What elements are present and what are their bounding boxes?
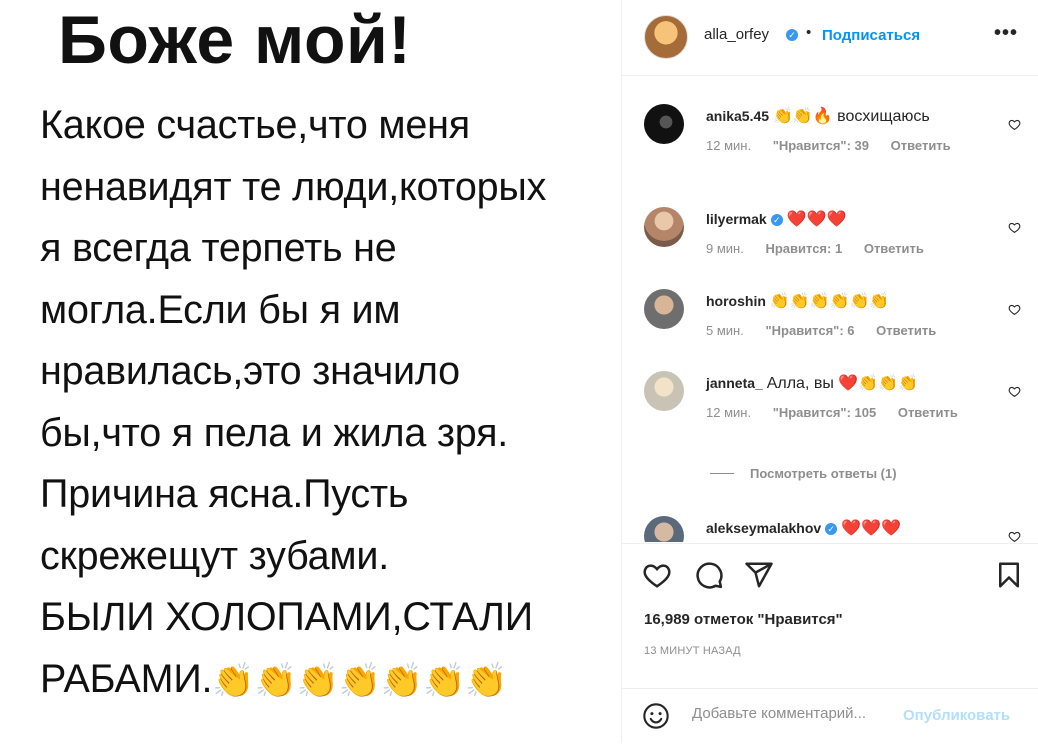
commenter-avatar[interactable] — [644, 104, 684, 144]
comment-body: Алла, вы ❤️👏👏👏 — [766, 375, 918, 392]
follow-button[interactable]: Подписаться — [822, 27, 920, 44]
commenter-username[interactable]: lilyermak — [706, 211, 767, 227]
author-username[interactable]: alla_orfey — [704, 26, 769, 43]
reply-button[interactable]: Ответить — [876, 323, 936, 338]
bookmark-icon[interactable] — [994, 560, 1024, 590]
post-body-line: РАБАМИ. — [40, 656, 213, 701]
comment-like-heart-icon[interactable] — [1008, 530, 1021, 542]
commenter-username[interactable]: janneta_ — [706, 375, 763, 391]
post-actions: 16,989 отметок "Нравится" 13 МИНУТ НАЗАД — [622, 543, 1038, 694]
post-body-line: ненавидят те люди,которых — [40, 164, 547, 209]
post-body-line: бы,что я пела и жила зря. — [40, 410, 509, 455]
author-avatar[interactable] — [644, 15, 688, 59]
emoji-icon[interactable] — [642, 702, 670, 730]
comment-input[interactable] — [692, 705, 902, 722]
post-body-line: нравилась,это значило — [40, 349, 460, 393]
post-sidebar: alla_orfey ✓ • Подписаться ••• anika5.45… — [621, 0, 1038, 743]
comment-likes[interactable]: Нравится: 1 — [765, 241, 842, 256]
comment-body: 👏👏👏👏👏👏 — [769, 293, 890, 310]
send-icon[interactable] — [744, 560, 774, 590]
post-body-line: БЫЛИ ХОЛОПАМИ,СТАЛИ — [40, 595, 533, 639]
post-body-line: могла.Если бы я им — [40, 287, 401, 332]
commenter-avatar[interactable] — [644, 516, 684, 542]
post-heading: Боже мой! — [58, 2, 412, 78]
post-timestamp: 13 МИНУТ НАЗАД — [644, 645, 741, 657]
commenter-avatar[interactable] — [644, 371, 684, 411]
likes-count[interactable]: 16,989 отметок "Нравится" — [644, 611, 843, 628]
more-options-icon[interactable]: ••• — [994, 22, 1018, 45]
comment-likes[interactable]: "Нравится": 105 — [773, 405, 877, 420]
verified-badge-icon: ✓ — [825, 523, 838, 535]
post-body-line: Какое счастье,что меня — [40, 103, 470, 147]
comment-like-heart-icon[interactable] — [1008, 385, 1021, 398]
view-replies-button[interactable]: Посмотреть ответы (1) — [710, 466, 897, 481]
comment-text: horoshin 👏👏👏👏👏👏 — [706, 291, 889, 311]
commenter-avatar[interactable] — [644, 207, 684, 247]
post-body-last-line: РАБАМИ.👏👏👏👏👏👏👏 — [40, 649, 620, 711]
comment-text: janneta_ Алла, вы ❤️👏👏👏 — [706, 373, 918, 393]
post-body-line: скрежещут зубами. — [40, 533, 390, 578]
reply-button[interactable]: Ответить — [864, 241, 924, 256]
comment-text: anika5.45 👏👏🔥 восхищаюсь — [706, 106, 930, 126]
post-body-text: Какое счастье,что меня ненавидят те люди… — [40, 95, 620, 710]
comment-body: 👏👏🔥 восхищаюсь — [772, 108, 930, 125]
comment-time: 12 мин. — [706, 405, 752, 420]
header-separator: • — [806, 24, 812, 41]
comment-time: 12 мин. — [706, 138, 752, 153]
add-comment-bar: Опубликовать — [622, 688, 1038, 744]
commenter-username[interactable]: anika5.45 — [706, 108, 769, 124]
reply-button[interactable]: Ответить — [898, 405, 958, 420]
post-image: Боже мой! Какое счастье,что меня ненавид… — [0, 0, 621, 743]
commenter-username[interactable]: horoshin — [706, 293, 766, 309]
comment-meta: 12 мин. "Нравится": 39 Ответить — [706, 138, 969, 153]
publish-button[interactable]: Опубликовать — [903, 707, 1010, 724]
comment-like-heart-icon[interactable] — [1008, 303, 1021, 316]
comment-like-heart-icon[interactable] — [1008, 221, 1021, 234]
commenter-username[interactable]: alekseymalakhov — [706, 520, 821, 536]
view-replies-label: Посмотреть ответы (1) — [750, 466, 897, 481]
comment-icon[interactable] — [694, 560, 724, 590]
post-body-line: Причина ясна.Пусть — [40, 472, 409, 516]
comment-time: 5 мин. — [706, 323, 744, 338]
comment-text: lilyermak ✓ ❤️❤️❤️ — [706, 209, 846, 229]
comment-body: ❤️❤️❤️ — [841, 520, 901, 537]
comment-like-heart-icon[interactable] — [1008, 118, 1021, 131]
comment-meta: 12 мин. "Нравится": 105 Ответить — [706, 405, 976, 420]
verified-badge-icon: ✓ — [786, 29, 798, 41]
view-replies-line — [710, 473, 734, 474]
post-body-line: я всегда терпеть не — [40, 226, 397, 270]
comment-likes[interactable]: "Нравится": 6 — [765, 323, 854, 338]
comment-body: ❤️❤️❤️ — [786, 211, 847, 228]
comment-time: 9 мин. — [706, 241, 744, 256]
comment-likes[interactable]: "Нравится": 39 — [773, 138, 869, 153]
post-header: alla_orfey ✓ • Подписаться ••• — [622, 0, 1038, 76]
commenter-avatar[interactable] — [644, 289, 684, 329]
clap-emojis: 👏👏👏👏👏👏👏 — [212, 661, 508, 700]
comments-list[interactable]: anika5.45 👏👏🔥 восхищаюсь 12 мин. "Нравит… — [622, 76, 1038, 542]
comment-meta: 5 мин. "Нравится": 6 Ответить — [706, 323, 954, 338]
comment-text: alekseymalakhov ✓ ❤️❤️❤️ — [706, 518, 901, 538]
comment-meta: 9 мин. Нравится: 1 Ответить — [706, 241, 942, 256]
heart-icon[interactable] — [642, 560, 672, 590]
verified-badge-icon: ✓ — [770, 214, 783, 226]
reply-button[interactable]: Ответить — [891, 138, 951, 153]
